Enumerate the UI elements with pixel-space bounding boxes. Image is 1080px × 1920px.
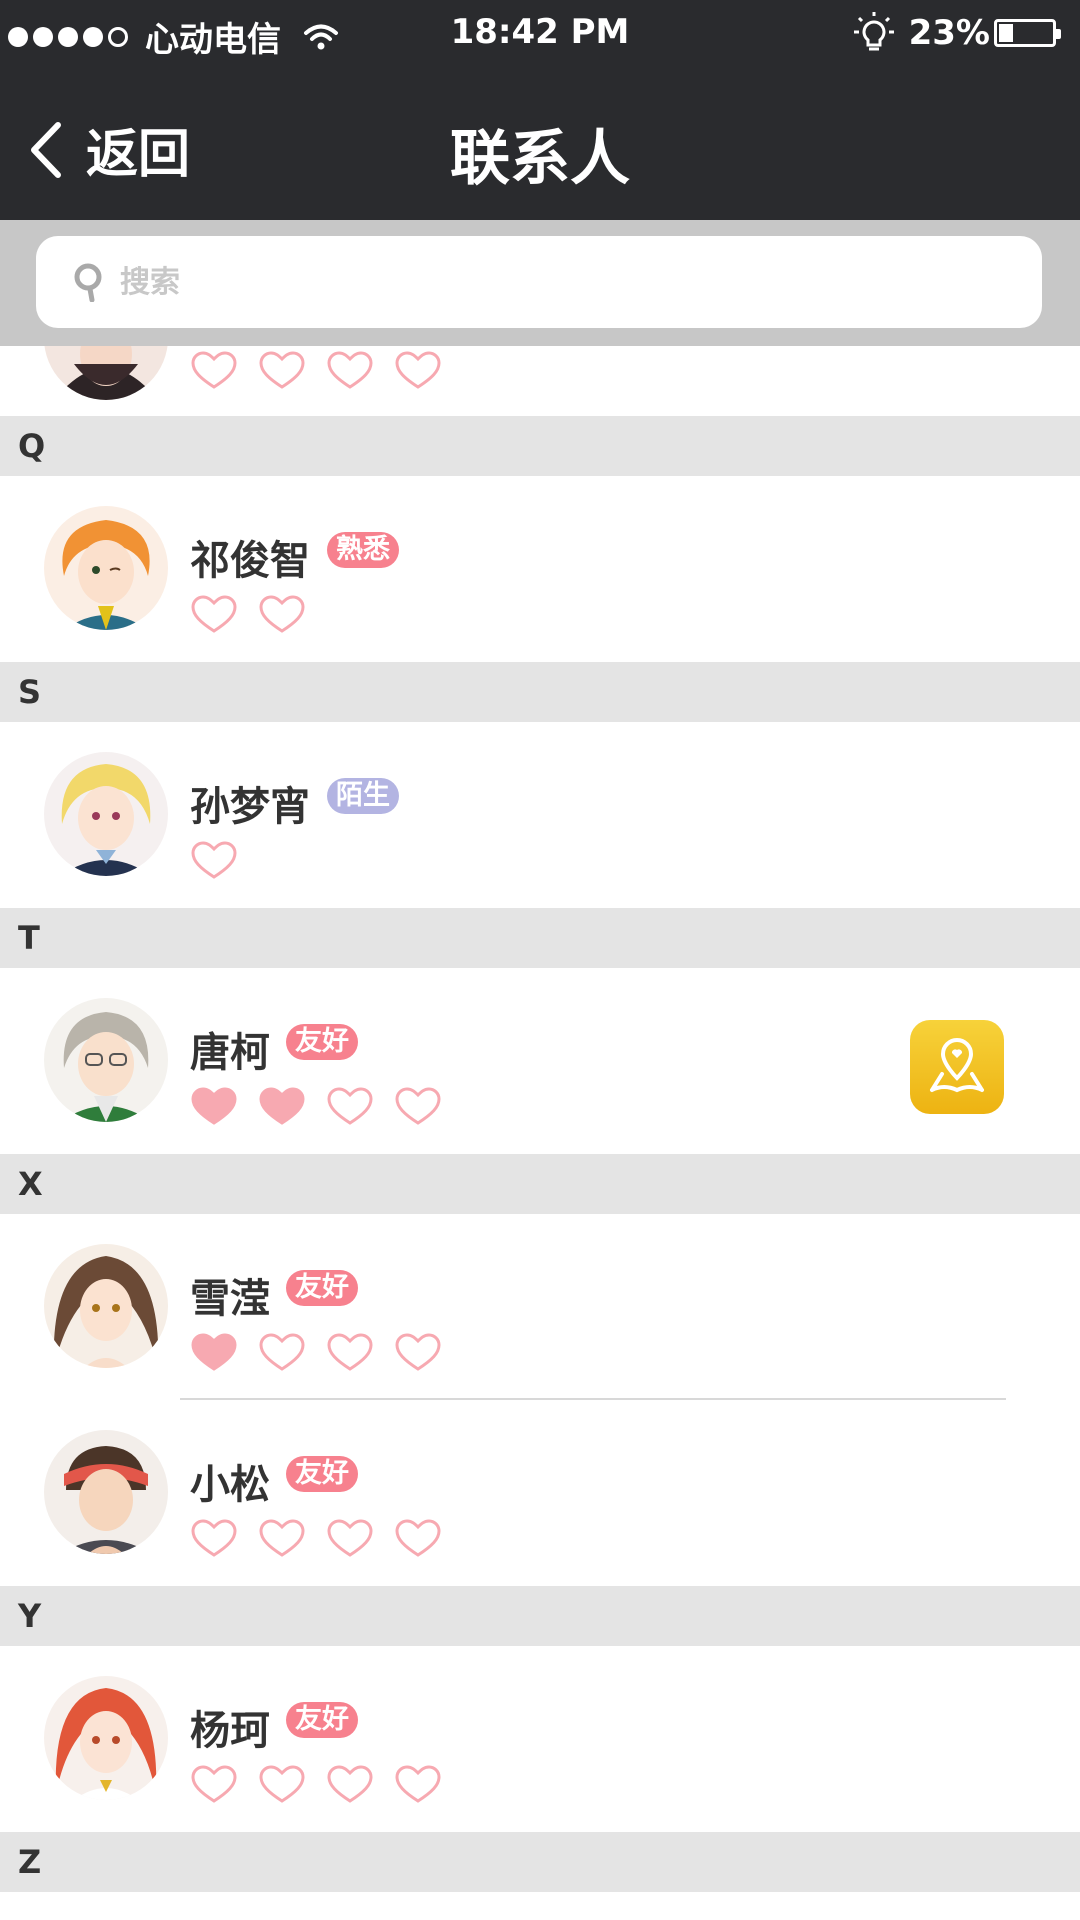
- affection-hearts: [190, 1332, 462, 1372]
- search-icon: [74, 263, 102, 302]
- heart-outline-icon: [191, 841, 237, 879]
- section-header-x: X: [0, 1154, 1080, 1214]
- heart-outline-icon: [395, 1519, 441, 1557]
- avatar: [44, 1430, 168, 1554]
- battery-percent: 23%: [908, 13, 990, 53]
- relationship-badge: 陌生: [327, 778, 399, 814]
- contact-name: 祁俊智: [190, 538, 310, 584]
- battery-info: 23%: [851, 10, 1061, 56]
- heart-outline-icon: [395, 351, 441, 389]
- search-box[interactable]: [36, 236, 1042, 328]
- affection-hearts: [190, 594, 326, 634]
- heart-outline-icon: [327, 1087, 373, 1125]
- affection-hearts: [190, 350, 462, 390]
- contact-row[interactable]: 孙梦宵 陌生: [0, 722, 1080, 908]
- contact-row[interactable]: 杨珂 友好: [0, 1646, 1080, 1832]
- heart-outline-icon: [259, 1765, 305, 1803]
- avatar: [44, 1676, 168, 1800]
- relationship-badge: 友好: [286, 1270, 358, 1306]
- avatar: [44, 346, 168, 400]
- avatar: [44, 1244, 168, 1368]
- search-bar: [0, 220, 1080, 346]
- relationship-badge: 友好: [286, 1456, 358, 1492]
- heart-outline-icon: [395, 1333, 441, 1371]
- section-header-s: S: [0, 662, 1080, 722]
- section-header-z: Z: [0, 1832, 1080, 1892]
- avatar: [44, 998, 168, 1122]
- contact-name: 杨珂: [190, 1708, 270, 1754]
- heart-outline-icon: [191, 1765, 237, 1803]
- heart-outline-icon: [327, 1765, 373, 1803]
- contact-name: 小松: [190, 1462, 270, 1508]
- lightbulb-icon: [853, 12, 894, 51]
- heart-outline-icon: [259, 351, 305, 389]
- status-bar: 心动电信 18:42 PM 23%: [0, 0, 1080, 66]
- avatar: [44, 506, 168, 630]
- heart-outline-icon: [191, 351, 237, 389]
- section-header-q: Q: [0, 416, 1080, 476]
- section-header-y: Y: [0, 1586, 1080, 1646]
- contact-list[interactable]: Q 祁俊智 熟悉 S 孙梦宵 陌生 T 唐柯 友好 X 雪滢 友好 小松 友好 …: [0, 346, 1080, 1920]
- contact-name: 孙梦宵: [190, 784, 310, 830]
- affection-hearts: [190, 1086, 462, 1126]
- page-title: 联系人: [450, 124, 630, 194]
- contact-row[interactable]: 小松 友好: [0, 1400, 1080, 1586]
- nav-bar: 返回 联系人: [0, 66, 1080, 220]
- heart-outline-icon: [191, 1519, 237, 1557]
- section-header-t: T: [0, 908, 1080, 968]
- map-location-button[interactable]: [910, 1020, 1004, 1114]
- heart-outline-icon: [259, 595, 305, 633]
- heart-filled-icon: [259, 1087, 305, 1125]
- contact-row[interactable]: 雪滢 友好: [0, 1214, 1080, 1400]
- map-pin-icon: [930, 1037, 984, 1093]
- affection-hearts: [190, 840, 258, 880]
- heart-filled-icon: [191, 1087, 237, 1125]
- heart-outline-icon: [259, 1333, 305, 1371]
- heart-outline-icon: [191, 595, 237, 633]
- search-input[interactable]: [120, 264, 1000, 300]
- heart-filled-icon: [191, 1333, 237, 1371]
- heart-outline-icon: [327, 1519, 373, 1557]
- contact-row[interactable]: 祁俊智 熟悉: [0, 476, 1080, 662]
- contact-row[interactable]: 唐柯 友好: [0, 968, 1080, 1154]
- heart-outline-icon: [259, 1519, 305, 1557]
- heart-outline-icon: [395, 1765, 441, 1803]
- contact-name: 雪滢: [190, 1276, 270, 1322]
- relationship-badge: 友好: [286, 1702, 358, 1738]
- avatar: [44, 752, 168, 876]
- relationship-badge: 熟悉: [327, 532, 399, 568]
- affection-hearts: [190, 1518, 462, 1558]
- contact-name: 唐柯: [190, 1030, 270, 1076]
- battery-icon: [994, 19, 1061, 47]
- heart-outline-icon: [395, 1087, 441, 1125]
- relationship-badge: 友好: [286, 1024, 358, 1060]
- contact-row[interactable]: [0, 346, 1080, 416]
- heart-outline-icon: [327, 351, 373, 389]
- affection-hearts: [190, 1764, 462, 1804]
- heart-outline-icon: [327, 1333, 373, 1371]
